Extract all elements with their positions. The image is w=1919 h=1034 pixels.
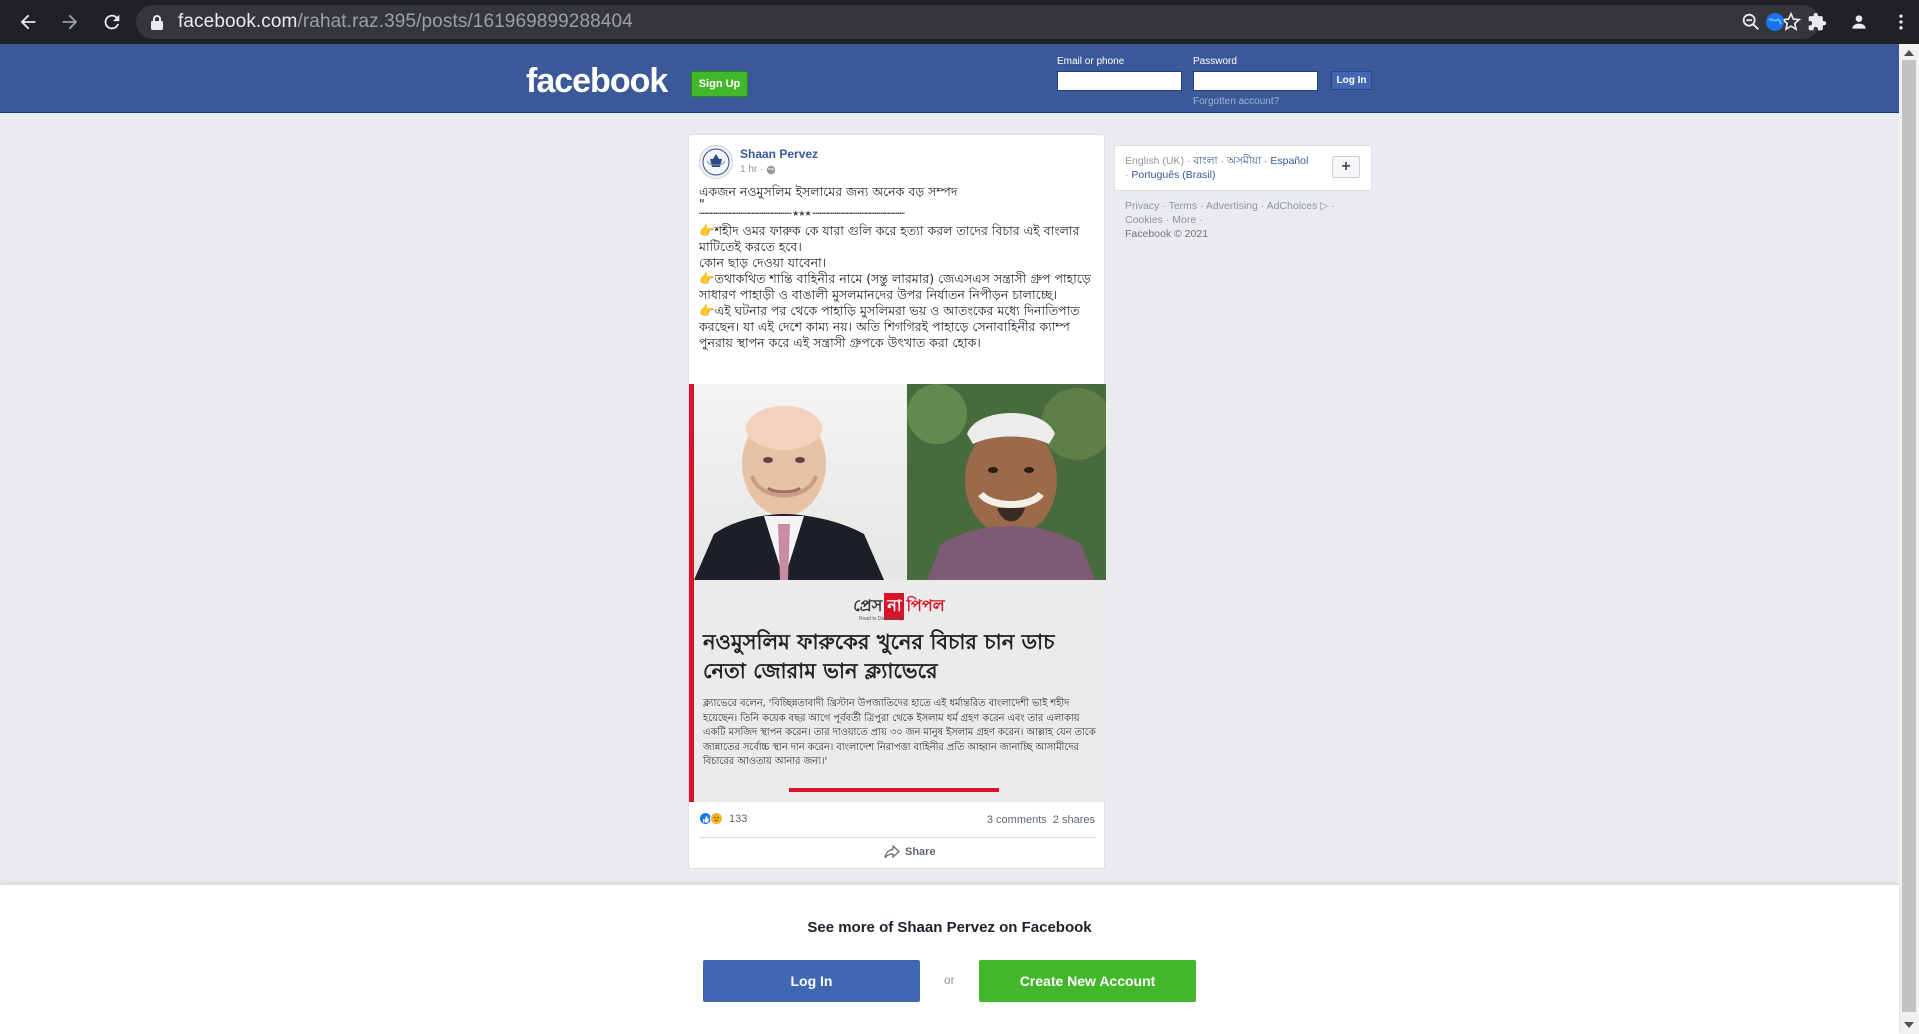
more-languages-button[interactable]: + [1332, 156, 1360, 178]
language-bangla-link[interactable]: বাংলা [1193, 155, 1217, 167]
back-arrow-icon [20, 14, 36, 30]
facebook-logo[interactable]: facebook [526, 62, 668, 101]
lock-icon [151, 15, 163, 30]
login-prompt-sheet: See more of Shaan Pervez on Facebook Log… [0, 884, 1899, 1034]
emblem-avatar-icon [702, 148, 730, 176]
post-separator: ┅┅┅┅┅┅┅┅┅┅┅┅┅┅┅┅┅┅┅┅┅┅┅┅ ★★★ ┅┅┅┅┅┅┅┅┅┅┅… [699, 209, 905, 218]
forward-arrow-icon [62, 14, 78, 30]
news-brand-tagline: Road to Democracy [859, 616, 904, 622]
url-text: facebook.com/rahat.raz.395/posts/1619698… [178, 11, 633, 32]
current-language: English (UK) [1125, 155, 1184, 167]
language-spanish-link[interactable]: Español [1270, 155, 1308, 167]
footer-links-line-2[interactable]: Cookies · More · [1125, 213, 1365, 227]
create-account-button[interactable]: Create New Account [979, 960, 1196, 1002]
image-underline [789, 788, 999, 792]
post-title-line: একজন নওমুসলিম ইসলামের জন্য অনেক বড় সম্প… [699, 184, 958, 199]
post-stats: 3 comments 2 shares [987, 814, 1095, 826]
language-selector-box: English (UK) · বাংলা · অসমীয়া · Español… [1114, 145, 1372, 191]
profile-icon[interactable] [1845, 8, 1873, 36]
email-field[interactable] [1057, 71, 1182, 91]
post-author-link[interactable]: Shaan Pervez [740, 147, 818, 161]
language-assamese-link[interactable]: অসমীয়া [1227, 155, 1261, 167]
back-button[interactable] [8, 2, 48, 42]
signup-button[interactable]: Sign Up [691, 71, 748, 97]
post-time[interactable]: 1 hr · [740, 164, 763, 175]
share-arrow-icon [884, 845, 900, 859]
photo-man-in-suit [694, 384, 906, 580]
browser-toolbar: facebook.com/rahat.raz.395/posts/1619698… [0, 0, 1919, 44]
post-body: একজন নওমুসলিম ইসলামের জন্য অনেক বড় সম্প… [699, 184, 1099, 351]
post-quote-mark: " [699, 196, 705, 211]
share-label: Share [905, 846, 936, 858]
zoom-icon[interactable] [1740, 11, 1762, 33]
address-bar[interactable]: facebook.com/rahat.raz.395/posts/1619698… [136, 5, 1820, 39]
scroll-up-arrow[interactable] [1904, 50, 1914, 56]
see-more-title: See more of Shaan Pervez on Facebook [807, 919, 1092, 936]
header-login-button[interactable]: Log In [1331, 71, 1372, 90]
sad-reaction-icon [710, 812, 723, 825]
photo-man-with-cap [907, 384, 1106, 580]
scroll-thumb[interactable] [1902, 60, 1916, 1012]
menu-kebab-icon[interactable] [1887, 8, 1915, 36]
reactions-summary[interactable]: 133 [699, 812, 747, 825]
post-divider [699, 837, 1096, 838]
reload-button[interactable] [92, 2, 132, 42]
page-scrollbar[interactable] [1899, 44, 1919, 1034]
image-body-text: ক্ল্যাভেরে বলেন, 'বিচ্ছিন্নতাবাদী খ্রিস্… [703, 698, 1096, 767]
login-button[interactable]: Log In [703, 960, 920, 1002]
avatar[interactable] [699, 145, 733, 179]
facebook-header: facebook Sign Up Email or phone Password… [0, 44, 1899, 113]
password-field[interactable] [1193, 71, 1318, 91]
post-paragraph-2: 👉তথাকথিত শান্তি বাহিনীর নামে (সন্তু লারম… [699, 271, 1091, 302]
public-globe-icon [767, 165, 776, 174]
password-label: Password [1193, 56, 1237, 67]
share-button[interactable]: Share [884, 845, 936, 859]
footer-links: Privacy · Terms · Advertising · AdChoice… [1125, 199, 1365, 241]
reload-icon [104, 14, 120, 30]
post-card: Shaan Pervez 1 hr · একজন নওমুসলিম ইসলামে… [688, 134, 1106, 869]
extensions-puzzle-icon[interactable] [1803, 8, 1831, 36]
post-paragraph-3: 👉এই ঘটনার পর থেকে পাহাড়ি মুসলিমরা ভয় ও… [699, 303, 1080, 350]
scroll-down-arrow[interactable] [1904, 1022, 1914, 1028]
language-portuguese-link[interactable]: Português (Brasil) [1131, 169, 1215, 181]
shares-count[interactable]: 2 shares [1053, 814, 1095, 826]
forward-button[interactable] [50, 2, 90, 42]
post-paragraph-1: 👉শহীদ ওমর ফারুক কে যারা গুলি করে হত্যা ক… [699, 223, 1080, 254]
email-label: Email or phone [1057, 56, 1125, 67]
post-meta: 1 hr · [740, 164, 776, 175]
copyright: Facebook © 2021 [1125, 228, 1209, 240]
post-image[interactable]: প্রেস না পিপল Road to Democracy নওমুসলিম ফ… [689, 384, 1106, 802]
post-paragraph-1b: কোন ছাড় দেওয়া যাবেনা। [699, 255, 827, 270]
extension-globe-icon[interactable] [1761, 8, 1789, 36]
comments-count[interactable]: 3 comments [987, 814, 1047, 826]
reaction-count: 133 [729, 812, 748, 825]
or-label: or [944, 973, 955, 987]
forgotten-account-link[interactable]: Forgotten account? [1193, 96, 1279, 107]
language-list: English (UK) · বাংলা · অসমীয়া · Español… [1125, 155, 1309, 181]
footer-links-line-1[interactable]: Privacy · Terms · Advertising · AdChoice… [1125, 199, 1365, 213]
image-headline: নওমুসলিম ফারুকের খুনের বিচার চান ডাচ নেত… [703, 630, 1055, 683]
